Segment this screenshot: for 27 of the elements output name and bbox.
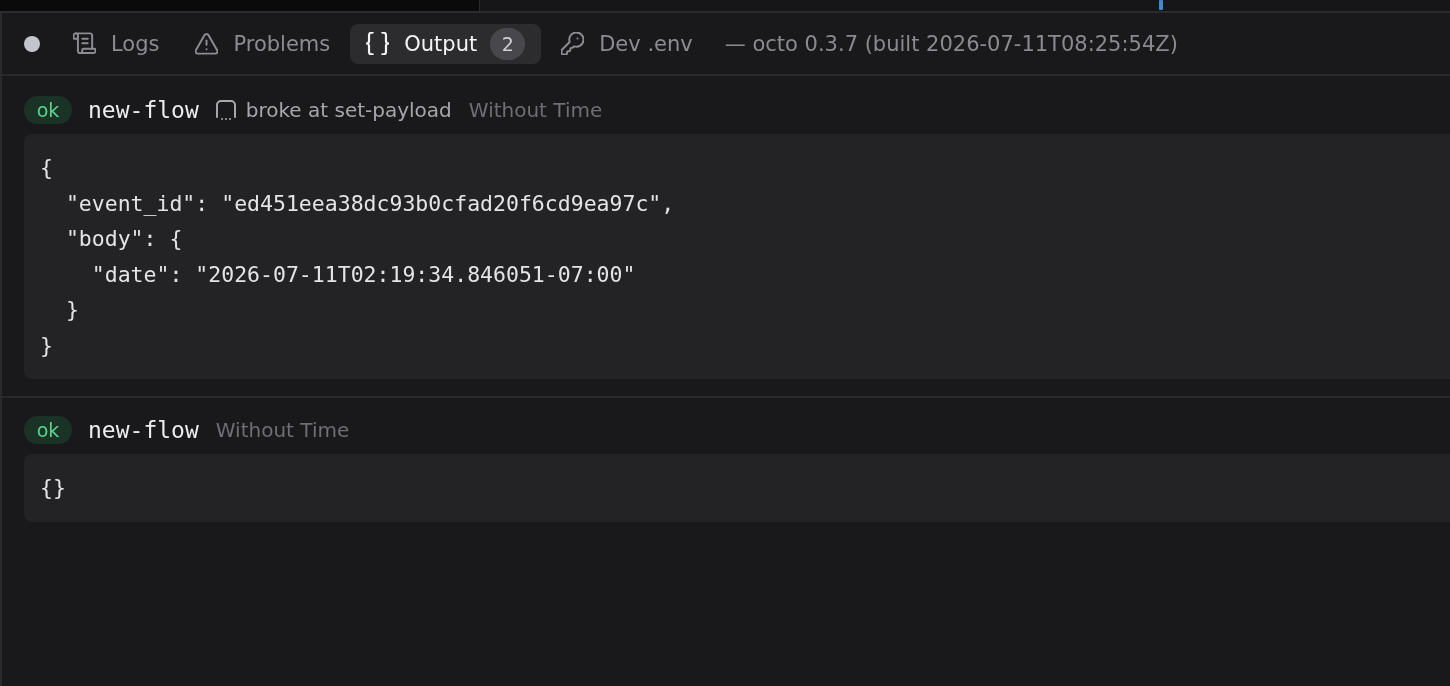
code-line: "event_id": "ed451eea38dc93b0cfad20f6cd9ea97c", — [65, 189, 675, 218]
panel-tab[interactable]: Problems — [179, 23, 347, 64]
time-label: Without Time — [215, 418, 350, 442]
code-line: } — [65, 296, 79, 324]
dotted-square-icon — [215, 100, 236, 120]
key-icon — [561, 32, 585, 55]
code-line: "date": "2026-07-11T02:19:34.846051-07:00" — [91, 260, 636, 289]
status-dot-icon — [24, 35, 40, 52]
braces-icon — [366, 32, 390, 55]
note-text: broke at set-payload — [245, 98, 452, 122]
count-badge: 2 — [490, 27, 526, 60]
flow-name: new-flow — [88, 97, 199, 123]
code-line: {} — [40, 474, 66, 502]
panel-tab[interactable]: Logs — [57, 23, 176, 64]
scroll-icon — [73, 32, 96, 55]
time-label: Without Time — [468, 98, 603, 122]
status-badge: ok — [24, 416, 72, 444]
marker-icon — [1159, 0, 1163, 10]
version-text: — octo 0.3.7 (built 2026-07-11T08:25:54Z) — [724, 31, 1178, 56]
panel-tab[interactable]: Output 2 — [350, 23, 542, 64]
panel-tab[interactable]: Dev .env — [545, 23, 709, 64]
code-line: } — [40, 331, 53, 360]
code-line: "body": { — [65, 225, 183, 253]
flow-name: new-flow — [88, 417, 199, 443]
warning-icon — [195, 32, 219, 55]
status-badge: ok — [24, 96, 72, 124]
code-line: { — [40, 154, 53, 182]
